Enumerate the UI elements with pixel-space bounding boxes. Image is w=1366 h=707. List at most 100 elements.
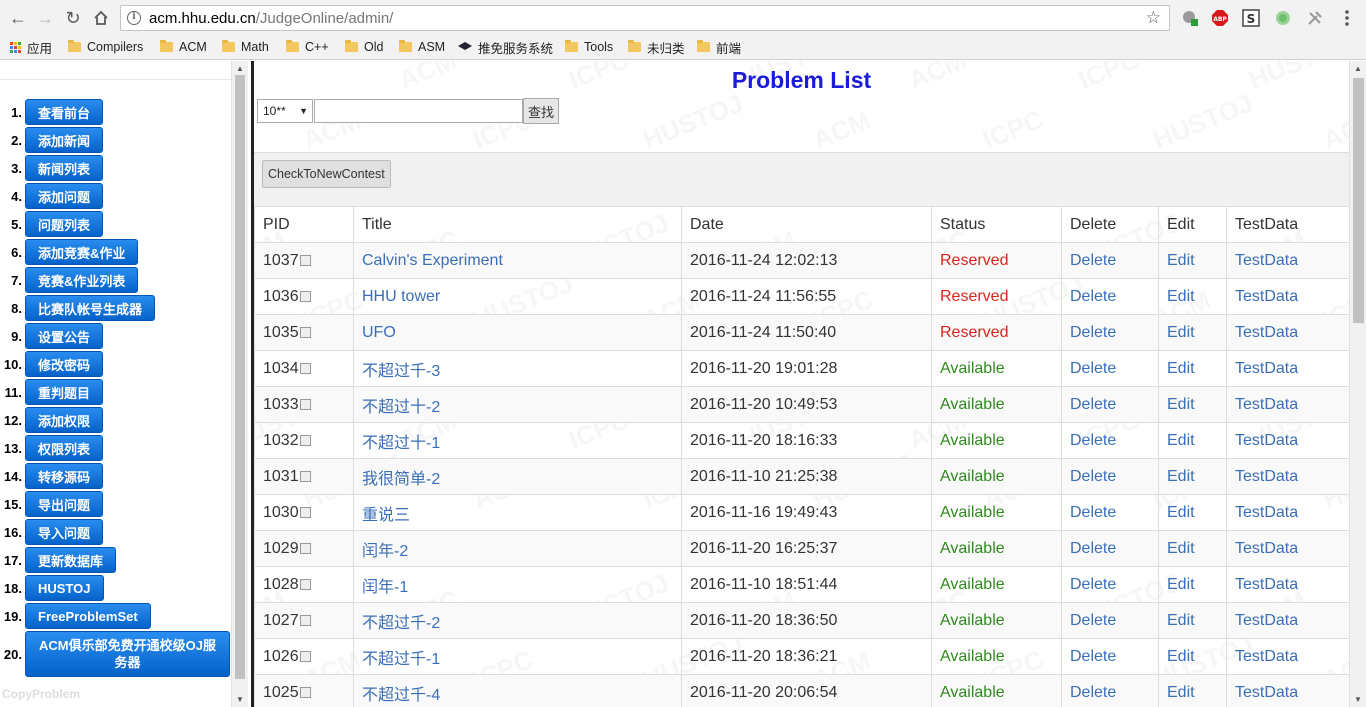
edit-link-text[interactable]: Edit (1167, 468, 1195, 485)
edit-link-text[interactable]: Edit (1167, 324, 1195, 341)
edit-link[interactable]: Edit (1158, 458, 1227, 495)
delete-link[interactable]: Delete (1061, 602, 1159, 639)
testdata-link[interactable]: TestData (1226, 530, 1349, 567)
delete-link-text[interactable]: Delete (1070, 612, 1116, 629)
select-checkbox[interactable] (299, 542, 311, 554)
title-cell-text[interactable]: HHU tower (362, 288, 440, 305)
testdata-link[interactable]: TestData (1226, 278, 1349, 315)
edit-link[interactable]: Edit (1158, 422, 1227, 459)
page-scrollbar[interactable]: ▲ ▼ (1349, 61, 1366, 707)
edit-link-text[interactable]: Edit (1167, 648, 1195, 665)
edit-link[interactable]: Edit (1158, 566, 1227, 603)
delete-link[interactable]: Delete (1061, 314, 1159, 351)
sidebar-item-button[interactable]: 重判题目 (25, 379, 104, 405)
delete-link[interactable]: Delete (1061, 566, 1159, 603)
testdata-link-text[interactable]: TestData (1235, 576, 1298, 593)
edit-link-text[interactable]: Edit (1167, 396, 1195, 413)
testdata-link-text[interactable]: TestData (1235, 360, 1298, 377)
title-cell[interactable]: 闰年-1 (353, 566, 682, 603)
title-cell-text[interactable]: 不超过千-3 (362, 363, 440, 380)
sidebar-item[interactable]: 2. 添加新闻 (0, 127, 104, 153)
select-checkbox[interactable] (299, 470, 311, 482)
address-bar[interactable]: i acm.hhu.edu.cn/JudgeOnline/admin/ ☆ (120, 5, 1170, 31)
select-checkbox[interactable] (299, 290, 311, 302)
status-cell-text[interactable]: Available (940, 468, 1005, 485)
bookmark-tools[interactable]: Tools (565, 38, 613, 56)
edit-link[interactable]: Edit (1158, 602, 1227, 639)
status-cell-text[interactable]: Available (940, 432, 1005, 449)
sidebar-item-button[interactable]: 更新数据库 (25, 547, 117, 573)
sidebar-item-button[interactable]: 竞赛&作业列表 (25, 267, 139, 293)
edit-link[interactable]: Edit (1158, 674, 1227, 707)
select-checkbox[interactable] (299, 506, 311, 518)
edit-link-text[interactable]: Edit (1167, 684, 1195, 701)
select-checkbox[interactable] (299, 614, 311, 626)
edit-link[interactable]: Edit (1158, 638, 1227, 675)
status-cell-text[interactable]: Available (940, 648, 1005, 665)
page-scroll-thumb[interactable] (1353, 78, 1364, 323)
delete-link-text[interactable]: Delete (1070, 468, 1116, 485)
scroll-up-arrow-icon[interactable]: ▲ (1354, 64, 1362, 73)
forward-arrow-icon[interactable]: → (33, 6, 57, 30)
scroll-up-arrow-icon[interactable]: ▲ (236, 64, 244, 73)
status-cell[interactable]: Available (931, 638, 1062, 675)
title-cell[interactable]: 我很简单-2 (353, 458, 682, 495)
status-cell[interactable]: Available (931, 458, 1062, 495)
status-cell-text[interactable]: Available (940, 612, 1005, 629)
edit-link-text[interactable]: Edit (1167, 360, 1195, 377)
edit-link-text[interactable]: Edit (1167, 576, 1195, 593)
status-cell[interactable]: Available (931, 422, 1062, 459)
sidebar-item[interactable]: 4. 添加问题 (0, 183, 104, 209)
home-icon[interactable] (89, 6, 113, 30)
title-cell-text[interactable]: Calvin's Experiment (362, 252, 503, 269)
delete-link[interactable]: Delete (1061, 278, 1159, 315)
edit-link-text[interactable]: Edit (1167, 612, 1195, 629)
sidebar-item[interactable]: 9. 设置公告 (0, 323, 104, 349)
sidebar-item[interactable]: 3. 新闻列表 (0, 155, 104, 181)
sidebar-item[interactable]: 17. 更新数据库 (0, 547, 117, 573)
title-cell[interactable]: 重说三 (353, 494, 682, 531)
title-cell[interactable]: 不超过十-2 (353, 386, 682, 423)
testdata-link-text[interactable]: TestData (1235, 648, 1298, 665)
sidebar-item[interactable]: 6. 添加竞赛&作业 (0, 239, 139, 265)
sidebar-item-button[interactable]: 问题列表 (25, 211, 104, 237)
status-cell-text[interactable]: Reserved (940, 288, 1008, 305)
sidebar-item[interactable]: 18. HUSTOJ (0, 575, 104, 601)
status-cell[interactable]: Reserved (931, 242, 1062, 279)
delete-link[interactable]: Delete (1061, 386, 1159, 423)
title-cell[interactable]: HHU tower (353, 278, 682, 315)
delete-link[interactable]: Delete (1061, 530, 1159, 567)
sidebar-item-button[interactable]: 添加权限 (25, 407, 104, 433)
status-cell[interactable]: Available (931, 494, 1062, 531)
bookmark-old[interactable]: Old (345, 38, 383, 56)
sidebar-item[interactable]: 19. FreeProblemSet (0, 603, 151, 629)
select-checkbox[interactable] (299, 254, 311, 266)
adblock-plus-icon[interactable]: ABP (1210, 8, 1230, 28)
delete-link-text[interactable]: Delete (1070, 396, 1116, 413)
scroll-down-arrow-icon[interactable]: ▼ (236, 695, 244, 704)
testdata-link-text[interactable]: TestData (1235, 432, 1298, 449)
sidebar-item[interactable]: 14. 转移源码 (0, 463, 104, 489)
select-checkbox[interactable] (299, 434, 311, 446)
delete-link-text[interactable]: Delete (1070, 684, 1116, 701)
edit-link[interactable]: Edit (1158, 314, 1227, 351)
bookmark-frontend[interactable]: 前端 (697, 38, 741, 56)
edit-link-text[interactable]: Edit (1167, 540, 1195, 557)
status-cell-text[interactable]: Available (940, 684, 1005, 701)
bookmark-asm[interactable]: ASM (399, 38, 445, 56)
bookmark-uncategorized[interactable]: 未归类 (628, 38, 685, 56)
delete-link[interactable]: Delete (1061, 350, 1159, 387)
sidebar-item-button[interactable]: 新闻列表 (25, 155, 104, 181)
delete-link[interactable]: Delete (1061, 494, 1159, 531)
edit-link-text[interactable]: Edit (1167, 288, 1195, 305)
tools-extension-icon[interactable] (1305, 8, 1325, 28)
sidebar-item-button[interactable]: FreeProblemSet (25, 603, 151, 629)
title-cell-text[interactable]: 不超过千-4 (362, 687, 440, 704)
delete-link-text[interactable]: Delete (1070, 360, 1116, 377)
reload-icon[interactable]: ↻ (61, 6, 85, 30)
testdata-link-text[interactable]: TestData (1235, 324, 1298, 341)
sidebar-item-button[interactable]: 添加问题 (25, 183, 104, 209)
testdata-link[interactable]: TestData (1226, 602, 1349, 639)
sidebar-item-button[interactable]: 修改密码 (25, 351, 104, 377)
sidebar-item[interactable]: 13. 权限列表 (0, 435, 104, 461)
